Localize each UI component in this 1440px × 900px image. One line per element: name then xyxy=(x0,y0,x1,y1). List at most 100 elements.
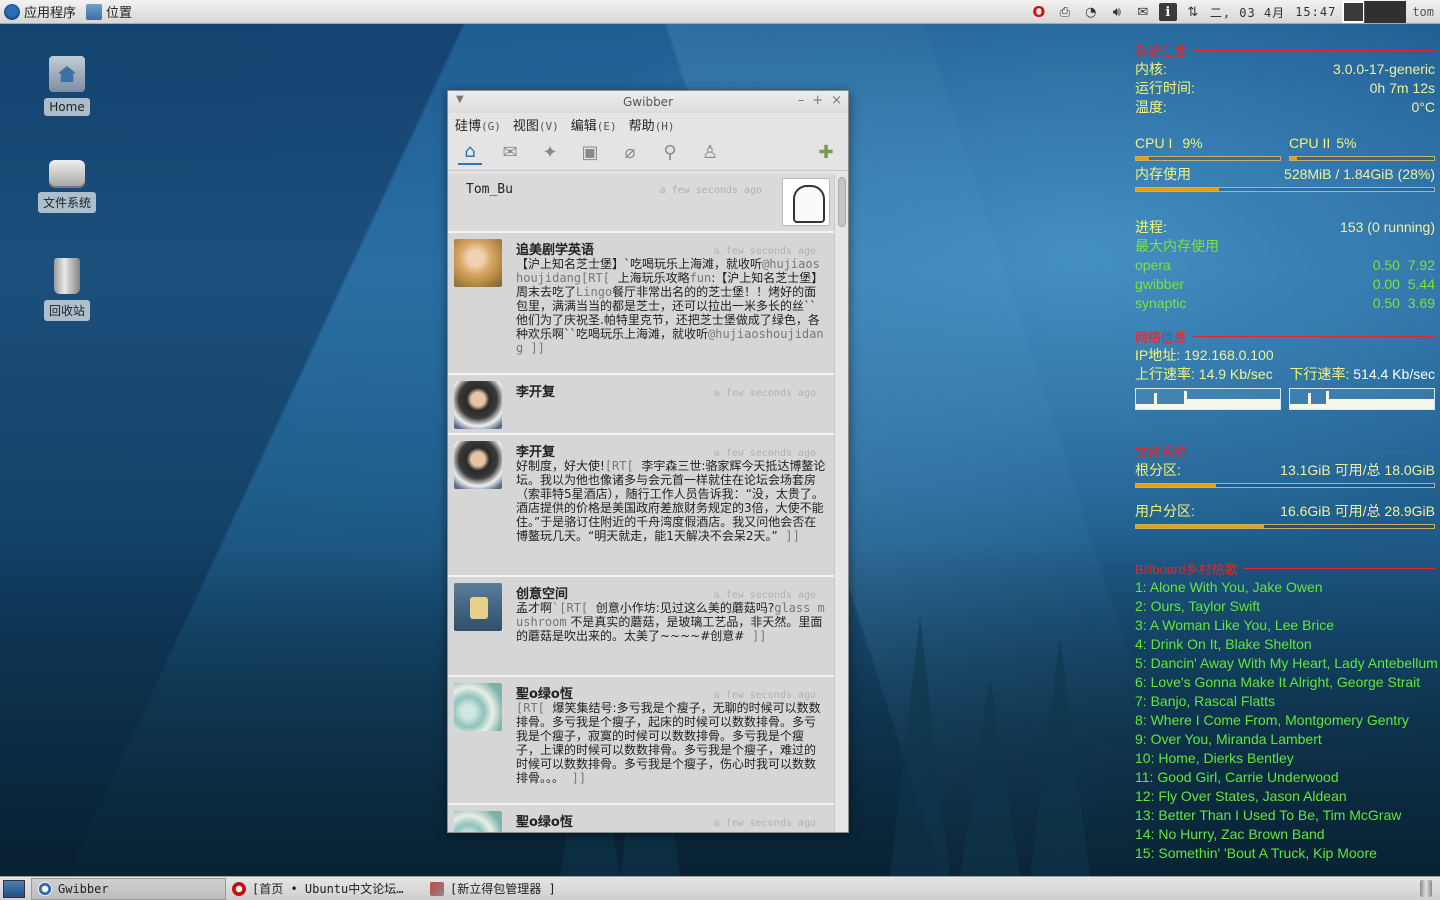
desktop-icon-label: 文件系统 xyxy=(37,192,96,213)
desktop-icon-trash[interactable]: 回收站 xyxy=(32,258,102,321)
avatar[interactable] xyxy=(454,441,502,489)
top-panel: 应用程序 位置 O ⎙ ◔ 🔊︎ ✉ i ⇅ 二, 03 4月 15:47 to… xyxy=(0,0,1440,24)
process-name: gwibber xyxy=(1135,276,1185,292)
hard-drive-icon xyxy=(49,160,85,186)
section-network: 网络信息 xyxy=(1135,327,1435,346)
list-item[interactable]: 聖o绿o恆 a few seconds ago xyxy=(448,805,834,832)
menu-edit[interactable]: 编辑(E) xyxy=(571,115,617,134)
panel-date[interactable]: 二, 03 4月 xyxy=(1210,4,1285,21)
message-author[interactable]: 李开复 xyxy=(516,441,555,460)
workspace-switcher[interactable] xyxy=(1342,1,1407,23)
window-titlebar[interactable]: ▼ Gwibber – + × xyxy=(448,91,848,113)
text-part: 好制度，好大使! xyxy=(516,459,605,473)
billboard-song: 5: Dancin' Away With My Heart, Lady Ante… xyxy=(1135,655,1438,671)
task-gwibber[interactable]: Gwibber xyxy=(31,877,226,900)
mail-icon[interactable]: ✉ xyxy=(1133,3,1153,21)
ip-row: IP地址: 192.168.0.100 xyxy=(1135,346,1435,365)
avatar[interactable] xyxy=(454,239,502,287)
user-icon[interactable]: ♙ xyxy=(698,141,722,165)
desktop-icon-filesystem[interactable]: 文件系统 xyxy=(32,150,102,213)
billboard-song: 6: Love's Gonna Make It Alright, George … xyxy=(1135,674,1421,690)
message-time: a few seconds ago xyxy=(713,690,816,701)
message-author[interactable]: 创意空间 xyxy=(516,583,568,602)
attachment-icon[interactable]: ⌀ xyxy=(618,141,642,165)
message-author[interactable]: 李开复 xyxy=(516,381,555,400)
home-bar-fill xyxy=(1136,525,1265,528)
self-message[interactable]: Tom_Bu a few seconds ago xyxy=(448,174,834,233)
process-mem: 5.44 xyxy=(1407,276,1435,292)
mem-row: 内存使用 528MiB / 1.84GiB (28%) xyxy=(1135,165,1435,184)
minimize-icon[interactable]: – xyxy=(798,93,805,108)
list-item[interactable]: 李开复 a few seconds ago 好制度，好大使![RT[ 李宇森三世… xyxy=(448,435,834,577)
places-folder-icon xyxy=(86,3,103,20)
graph-spike xyxy=(1154,393,1157,409)
menu-view[interactable]: 视图(V) xyxy=(513,115,559,134)
printer-icon[interactable]: ⎙ xyxy=(1055,3,1075,21)
avatar[interactable] xyxy=(454,381,502,429)
process-mem: 3.69 xyxy=(1407,295,1435,311)
avatar[interactable] xyxy=(454,583,502,631)
temp-label: 温度: xyxy=(1135,99,1167,115)
compose-icon[interactable]: ✚ xyxy=(814,141,838,165)
messages-icon[interactable]: ✉ xyxy=(498,141,522,165)
avatar[interactable] xyxy=(454,811,502,832)
self-avatar[interactable] xyxy=(782,178,830,226)
top-mem-label: 最大内存使用 xyxy=(1135,238,1219,254)
menu-label: 帮助 xyxy=(628,118,655,134)
applications-menu[interactable]: 应用程序 xyxy=(0,0,82,24)
desktop-icon-home[interactable]: Home xyxy=(32,56,102,116)
message-author[interactable]: 聖o绿o恆 xyxy=(516,811,573,830)
message-author[interactable]: 聖o绿o恆 xyxy=(516,683,573,702)
message-stream[interactable]: Tom_Bu a few seconds ago 追美剧学英语 a few se… xyxy=(448,174,834,832)
upload-graph xyxy=(1135,388,1281,410)
updown-arrows-icon[interactable]: ⇅ xyxy=(1183,3,1203,21)
info-icon[interactable]: i xyxy=(1158,3,1177,21)
menu-help[interactable]: 帮助(H) xyxy=(629,115,675,134)
message-time: a few seconds ago xyxy=(713,388,816,399)
user-menu[interactable]: tom xyxy=(1412,5,1434,19)
opera-tray-icon[interactable]: O xyxy=(1029,3,1049,21)
search-icon[interactable]: ⚲ xyxy=(658,141,682,165)
panel-clock[interactable]: 15:47 xyxy=(1295,5,1336,19)
menu-gwibber[interactable]: 硅博(G) xyxy=(455,115,501,134)
workspace-1[interactable] xyxy=(1342,1,1365,23)
text-part: [RT[ xyxy=(604,459,634,473)
list-item[interactable]: 追美剧学英语 a few seconds ago 【沪上知名芝士堡】`吃喝玩乐上… xyxy=(448,233,834,375)
show-desktop-icon[interactable] xyxy=(3,879,25,898)
close-icon[interactable]: × xyxy=(831,93,842,108)
scrollbar-thumb[interactable] xyxy=(838,177,846,227)
upload-label: 上行速率: xyxy=(1135,366,1195,382)
text-part: fun xyxy=(689,271,712,285)
workspace-2[interactable] xyxy=(1364,1,1407,23)
home-folder-icon xyxy=(49,56,85,92)
list-item[interactable]: 李开复 a few seconds ago xyxy=(448,375,834,435)
avatar[interactable] xyxy=(454,683,502,731)
cpu1-bar xyxy=(1135,156,1281,161)
task-label: Gwibber xyxy=(58,881,109,896)
mem-label: 内存使用 xyxy=(1135,166,1191,182)
home-row: 用户分区: 16.6GiB 可用/总 28.9GiB xyxy=(1135,502,1435,521)
message-author[interactable]: 追美剧学英语 xyxy=(516,239,594,258)
task-opera[interactable]: [首页 • Ubuntu中文论坛… xyxy=(226,878,424,900)
network-icon[interactable]: ◔ xyxy=(1081,3,1101,21)
list-item[interactable]: 聖o绿o恆 a few seconds ago [RT[ 爆笑集结号:多亏我是个… xyxy=(448,677,834,805)
volume-icon[interactable]: 🔊︎ xyxy=(1107,3,1127,21)
menu-label: 视图 xyxy=(512,118,539,134)
list-item[interactable]: 创意空间 a few seconds ago 孟才啊`[RT[ 创意小作坊:见过… xyxy=(448,577,834,677)
graph-fill xyxy=(1186,399,1280,409)
task-synaptic[interactable]: [新立得包管理器 ] xyxy=(424,878,562,900)
top-mem-header: 最大内存使用 xyxy=(1135,237,1435,256)
window-menu-icon[interactable]: ▼ xyxy=(456,94,464,105)
home-bar xyxy=(1135,524,1435,529)
stream-scrollbar[interactable] xyxy=(834,174,848,832)
trash-applet-icon[interactable] xyxy=(1420,880,1432,897)
places-menu[interactable]: 位置 xyxy=(82,0,138,24)
section-system: 系统信息 xyxy=(1135,41,1435,60)
message-text: 孟才啊`[RT[ 创意小作坊:见过这么美的蘑菇吗?glass mushroom … xyxy=(516,601,826,643)
private-icon[interactable]: ▣ xyxy=(578,141,602,165)
billboard-song: 10: Home, Dierks Bentley xyxy=(1135,750,1294,766)
replies-icon[interactable]: ✦ xyxy=(538,141,562,165)
process-name: synaptic xyxy=(1135,295,1187,311)
home-icon[interactable]: ⌂ xyxy=(458,141,482,165)
maximize-icon[interactable]: + xyxy=(812,93,823,108)
